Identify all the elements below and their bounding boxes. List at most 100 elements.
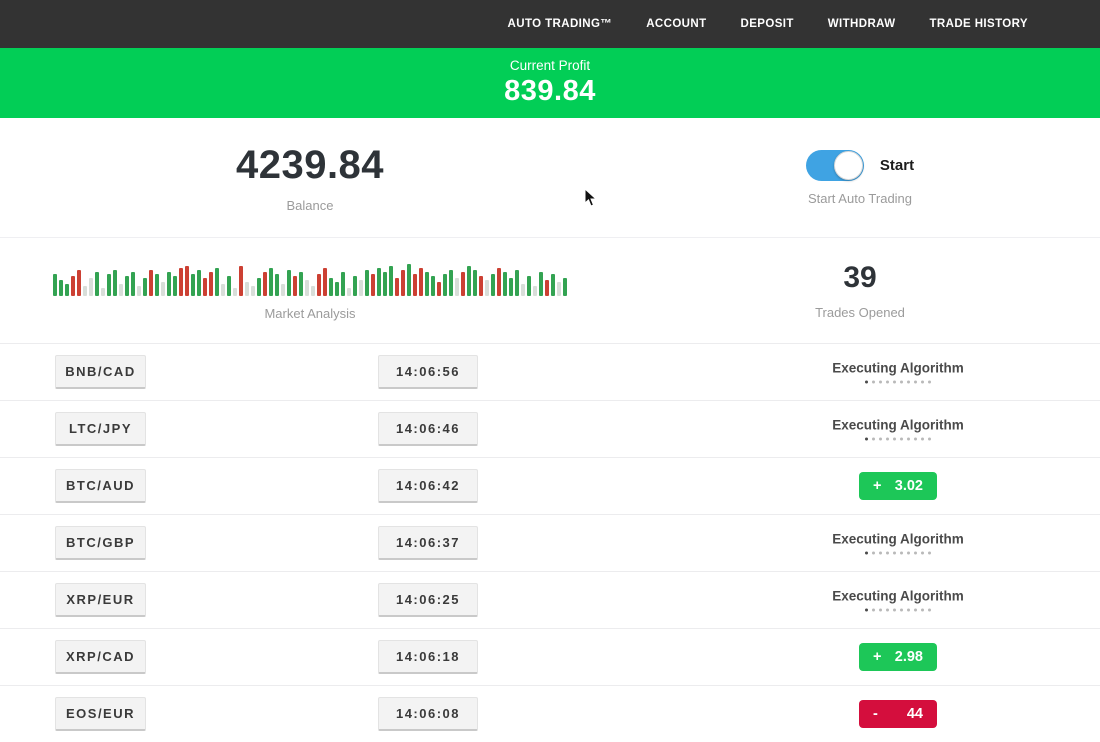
market-bar (395, 278, 399, 296)
nav-item-account[interactable]: ACCOUNT (646, 18, 706, 30)
stats-row-market: Market Analysis 39 Trades Opened (0, 237, 1100, 343)
trades-opened-cell: 39 Trades Opened (620, 238, 1100, 343)
market-bar (479, 276, 483, 296)
balance-value: 4239.84 (236, 143, 384, 188)
time-badge[interactable]: 14:06:37 (378, 526, 478, 560)
balance-label: Balance (287, 198, 334, 213)
market-bar (551, 274, 555, 296)
market-bar (545, 280, 549, 296)
start-auto-trading-label: Start Auto Trading (808, 191, 912, 206)
market-bar (467, 266, 471, 296)
market-bar (341, 272, 345, 296)
market-bar (83, 286, 87, 296)
market-bar (107, 274, 111, 296)
market-bar (515, 270, 519, 296)
market-bar (209, 272, 213, 296)
market-bar (257, 278, 261, 296)
time-badge[interactable]: 14:06:08 (378, 697, 478, 731)
market-bar (191, 274, 195, 296)
pair-badge[interactable]: BNB/CAD (55, 355, 146, 389)
market-bar (533, 286, 537, 296)
market-bar (119, 284, 123, 296)
executing-algorithm-label: Executing Algorithm (812, 589, 984, 604)
market-bar (275, 274, 279, 296)
trade-result-cell: + 3.02 (812, 472, 984, 500)
market-bar (413, 274, 417, 296)
market-bar (77, 270, 81, 296)
market-bar (377, 268, 381, 296)
market-bar (143, 278, 147, 296)
market-bar (419, 268, 423, 296)
current-profit-label: Current Profit (0, 58, 1100, 73)
market-bar (329, 278, 333, 296)
result-badge: + 3.02 (859, 472, 937, 500)
market-bar (305, 280, 309, 296)
pair-badge[interactable]: LTC/JPY (55, 412, 146, 446)
market-bar (125, 276, 129, 296)
trade-result-cell: Executing Algorithm (812, 589, 984, 612)
trades-opened-label: Trades Opened (815, 305, 905, 320)
market-bar (455, 278, 459, 296)
market-bar (113, 270, 117, 296)
time-badge[interactable]: 14:06:46 (378, 412, 478, 446)
market-bar (527, 276, 531, 296)
nav-item-trade-history[interactable]: TRADE HISTORY (930, 18, 1029, 30)
market-bar (59, 280, 63, 296)
pair-badge[interactable]: XRP/CAD (55, 640, 146, 674)
executing-algorithm-label: Executing Algorithm (812, 418, 984, 433)
market-bar (239, 266, 243, 296)
market-bar (473, 270, 477, 296)
market-bar (521, 284, 525, 296)
nav-item-auto-trading[interactable]: AUTO TRADING™ (508, 18, 613, 30)
executing-algorithm-label: Executing Algorithm (812, 532, 984, 547)
market-bar (53, 274, 57, 296)
start-auto-trading-toggle[interactable] (806, 150, 864, 181)
market-bar (539, 272, 543, 296)
trade-row: XRP/EUR 14:06:25 Executing Algorithm (0, 571, 1100, 628)
pair-badge[interactable]: XRP/EUR (55, 583, 146, 617)
result-badge: + 2.98 (859, 643, 937, 671)
current-profit-value: 839.84 (0, 75, 1100, 108)
market-bar (179, 268, 183, 296)
pair-badge[interactable]: EOS/EUR (55, 697, 146, 731)
market-bar (407, 264, 411, 296)
time-badge[interactable]: 14:06:56 (378, 355, 478, 389)
time-badge[interactable]: 14:06:42 (378, 469, 478, 503)
market-bar (299, 272, 303, 296)
trade-row: BTC/GBP 14:06:37 Executing Algorithm (0, 514, 1100, 571)
trade-row: XRP/CAD 14:06:18 + 2.98 (0, 628, 1100, 685)
loader-dots (812, 552, 984, 555)
result-sign: + (873, 649, 881, 665)
top-nav: AUTO TRADING™ ACCOUNT DEPOSIT WITHDRAW T… (0, 0, 1100, 48)
current-profit-banner: Current Profit 839.84 (0, 48, 1100, 118)
nav-item-deposit[interactable]: DEPOSIT (741, 18, 794, 30)
market-bar (281, 284, 285, 296)
time-badge[interactable]: 14:06:18 (378, 640, 478, 674)
trade-result-cell: Executing Algorithm (812, 418, 984, 441)
market-bar (425, 272, 429, 296)
executing-algorithm-label: Executing Algorithm (812, 361, 984, 376)
result-badge: - 44 (859, 700, 937, 728)
market-bar (155, 274, 159, 296)
market-bar (89, 278, 93, 296)
market-analysis-cell: Market Analysis (0, 238, 620, 343)
market-bar (431, 276, 435, 296)
trade-result-cell: Executing Algorithm (812, 361, 984, 384)
market-bar (491, 274, 495, 296)
market-bar (269, 268, 273, 296)
market-bar (563, 278, 567, 296)
market-bar (509, 278, 513, 296)
loader-dots (812, 609, 984, 612)
market-bar (323, 268, 327, 296)
market-bar (311, 286, 315, 296)
nav-item-withdraw[interactable]: WITHDRAW (828, 18, 896, 30)
pair-badge[interactable]: BTC/GBP (55, 526, 146, 560)
market-bar (71, 276, 75, 296)
time-badge[interactable]: 14:06:25 (378, 583, 478, 617)
market-bar (263, 272, 267, 296)
market-bar (215, 268, 219, 296)
pair-badge[interactable]: BTC/AUD (55, 469, 146, 503)
market-bar (383, 272, 387, 296)
result-value: 2.98 (895, 649, 923, 665)
market-bar (293, 276, 297, 296)
